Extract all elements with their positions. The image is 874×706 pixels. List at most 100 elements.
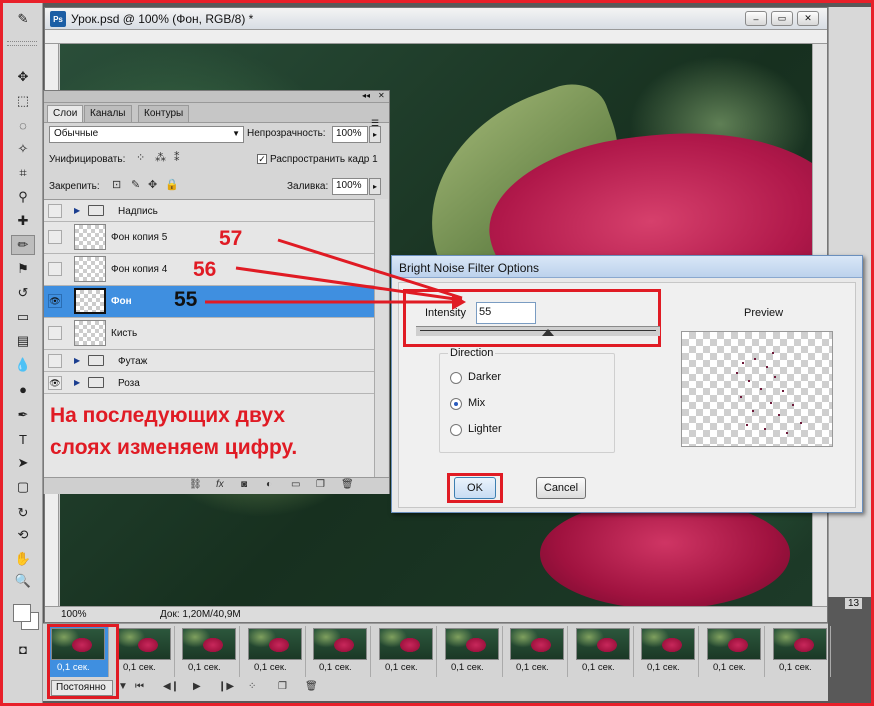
tween-icon[interactable]: ⁘	[248, 681, 256, 692]
tools-grip[interactable]	[7, 41, 37, 46]
tab-channels[interactable]: Каналы	[84, 105, 132, 122]
animation-frame[interactable]: 0,1 сек.	[244, 626, 306, 677]
frame-delay[interactable]: 0,1 сек.	[188, 662, 221, 673]
fx-icon[interactable]: fx	[216, 479, 224, 490]
dodge-tool-icon[interactable]: ●	[11, 379, 35, 399]
add-mask-icon[interactable]: ◙	[241, 479, 247, 490]
eye-icon[interactable]: 👁	[48, 376, 62, 390]
quick-mask-icon[interactable]: ◘	[11, 639, 35, 659]
visibility-toggle[interactable]	[48, 204, 62, 218]
panel-close-icon[interactable]: ✕	[378, 91, 385, 100]
3d-rotate-tool-icon[interactable]: ↻	[11, 503, 35, 523]
lock-position-icon[interactable]: ✥	[148, 178, 157, 191]
lock-transparency-icon[interactable]: ⊡	[112, 178, 121, 191]
crop-tool-icon[interactable]: ⌗	[11, 163, 35, 183]
eraser-tool-icon[interactable]: ▭	[11, 307, 35, 327]
quick-select-tool-icon[interactable]: ✧	[11, 139, 35, 159]
animation-frame[interactable]: 0,1 сек.	[506, 626, 568, 677]
link-layers-icon[interactable]: ⛓	[189, 479, 202, 490]
frame-delay[interactable]: 0,1 сек.	[451, 662, 484, 673]
expand-triangle-icon[interactable]: ▶	[74, 206, 80, 215]
restore-button[interactable]: ▭	[771, 11, 793, 26]
previous-frame-icon[interactable]: ◀❙	[163, 681, 179, 692]
next-frame-icon[interactable]: ❙▶	[218, 681, 234, 692]
type-tool-icon[interactable]: T	[11, 429, 35, 449]
animation-frame[interactable]: 0,1 сек.	[375, 626, 437, 677]
new-layer-icon[interactable]: ❐	[316, 479, 325, 490]
cancel-button[interactable]: Cancel	[536, 477, 586, 499]
marquee-tool-icon[interactable]: ⬚	[11, 91, 35, 111]
shape-tool-icon[interactable]: ▢	[11, 477, 35, 497]
animation-frame[interactable]: 0,1 сек.	[178, 626, 240, 677]
frame-delay[interactable]: 0,1 сек.	[779, 662, 812, 673]
visibility-toggle[interactable]	[48, 262, 62, 276]
preview-area[interactable]	[681, 331, 833, 447]
play-icon[interactable]: ▶	[193, 681, 201, 692]
pen-tool-icon[interactable]: ✒	[11, 405, 35, 425]
hand-tool-icon[interactable]: ✋	[11, 549, 35, 569]
lock-all-icon[interactable]: 🔒	[165, 178, 179, 191]
tab-layers[interactable]: Слои	[47, 105, 84, 122]
frame-delay[interactable]: 0,1 сек.	[582, 662, 615, 673]
path-select-tool-icon[interactable]: ➤	[11, 453, 35, 473]
animation-frame[interactable]: 0,1 сек.	[637, 626, 699, 677]
lasso-tool-icon[interactable]: ◌	[11, 115, 35, 135]
visibility-toggle[interactable]	[48, 354, 62, 368]
close-button[interactable]: ✕	[797, 11, 819, 26]
opacity-field[interactable]: 100%	[332, 126, 368, 143]
unify-style-icon[interactable]: ⁑	[174, 151, 180, 164]
layer-row[interactable]: Фон копия 5	[44, 222, 374, 254]
layer-group-row[interactable]: 👁 ▶ Роза	[44, 372, 374, 394]
radio-mix-label[interactable]: Mix	[468, 397, 485, 409]
radio-darker-label[interactable]: Darker	[468, 371, 501, 383]
trash-icon[interactable]: 🗑	[341, 479, 354, 490]
animation-frame[interactable]: 0,1 сек.	[113, 626, 175, 677]
duplicate-frame-icon[interactable]: ❐	[278, 681, 287, 692]
eye-icon[interactable]: 👁	[48, 294, 62, 308]
eyedropper-tool-icon[interactable]: ⚲	[11, 187, 35, 207]
intensity-input[interactable]: 55	[476, 302, 536, 324]
layer-group-row[interactable]: ▶ Надпись	[44, 200, 374, 222]
zoom-level[interactable]: 100%	[61, 609, 87, 620]
opacity-stepper[interactable]: ▸	[369, 126, 381, 143]
frame-delay[interactable]: 0,1 сек.	[385, 662, 418, 673]
layers-panel-grip[interactable]: ◂◂ ✕	[44, 91, 389, 103]
radio-darker[interactable]	[450, 372, 462, 384]
animation-frame[interactable]: 0,1 сек.	[572, 626, 634, 677]
unify-position-icon[interactable]: ⁘	[136, 151, 145, 164]
brush-tool-icon[interactable]: ✏	[11, 235, 35, 255]
layer-row[interactable]: Кисть	[44, 318, 374, 350]
gradient-tool-icon[interactable]: ▤	[11, 331, 35, 351]
healing-brush-tool-icon[interactable]: ✚	[11, 211, 35, 231]
brush-preset-icon[interactable]: ✎	[11, 9, 35, 29]
unify-visibility-icon[interactable]: ⁂	[155, 151, 166, 164]
document-size-info[interactable]: Док: 1,20M/40,9M	[160, 609, 241, 620]
frame-delay[interactable]: 0,1 сек.	[516, 662, 549, 673]
stamp-tool-icon[interactable]: ⚑	[11, 259, 35, 279]
visibility-toggle[interactable]	[48, 230, 62, 244]
animation-frame[interactable]: 0,1 сек.	[769, 626, 831, 677]
fill-field[interactable]: 100%	[332, 178, 368, 195]
new-group-icon[interactable]: ▭	[291, 479, 300, 490]
history-brush-tool-icon[interactable]: ↺	[11, 283, 35, 303]
expand-triangle-icon[interactable]: ▶	[74, 378, 80, 387]
frame-delay[interactable]: 0,1 сек.	[713, 662, 746, 673]
visibility-toggle[interactable]	[48, 326, 62, 340]
propagate-checkbox[interactable]: ✓	[257, 154, 267, 164]
minimize-button[interactable]: –	[745, 11, 767, 26]
adjustment-layer-icon[interactable]: ◐	[266, 479, 272, 490]
radio-lighter-label[interactable]: Lighter	[468, 423, 502, 435]
frame-delay[interactable]: 0,1 сек.	[319, 662, 352, 673]
blend-mode-select[interactable]: Обычные ▼	[49, 126, 244, 143]
layer-row-selected[interactable]: 👁 Фон	[44, 286, 374, 318]
radio-mix[interactable]	[450, 398, 462, 410]
fill-stepper[interactable]: ▸	[369, 178, 381, 195]
move-tool-icon[interactable]: ✥	[11, 67, 35, 87]
intensity-slider[interactable]	[416, 326, 660, 336]
ok-button[interactable]: OK	[454, 477, 496, 499]
collapse-icon[interactable]: ◂◂	[362, 91, 370, 100]
chevron-down-icon[interactable]: ▼	[118, 681, 128, 692]
animation-frame[interactable]: 0,1 сек.	[703, 626, 765, 677]
tab-paths[interactable]: Контуры	[138, 105, 190, 122]
zoom-tool-icon[interactable]: 🔍	[11, 571, 35, 591]
